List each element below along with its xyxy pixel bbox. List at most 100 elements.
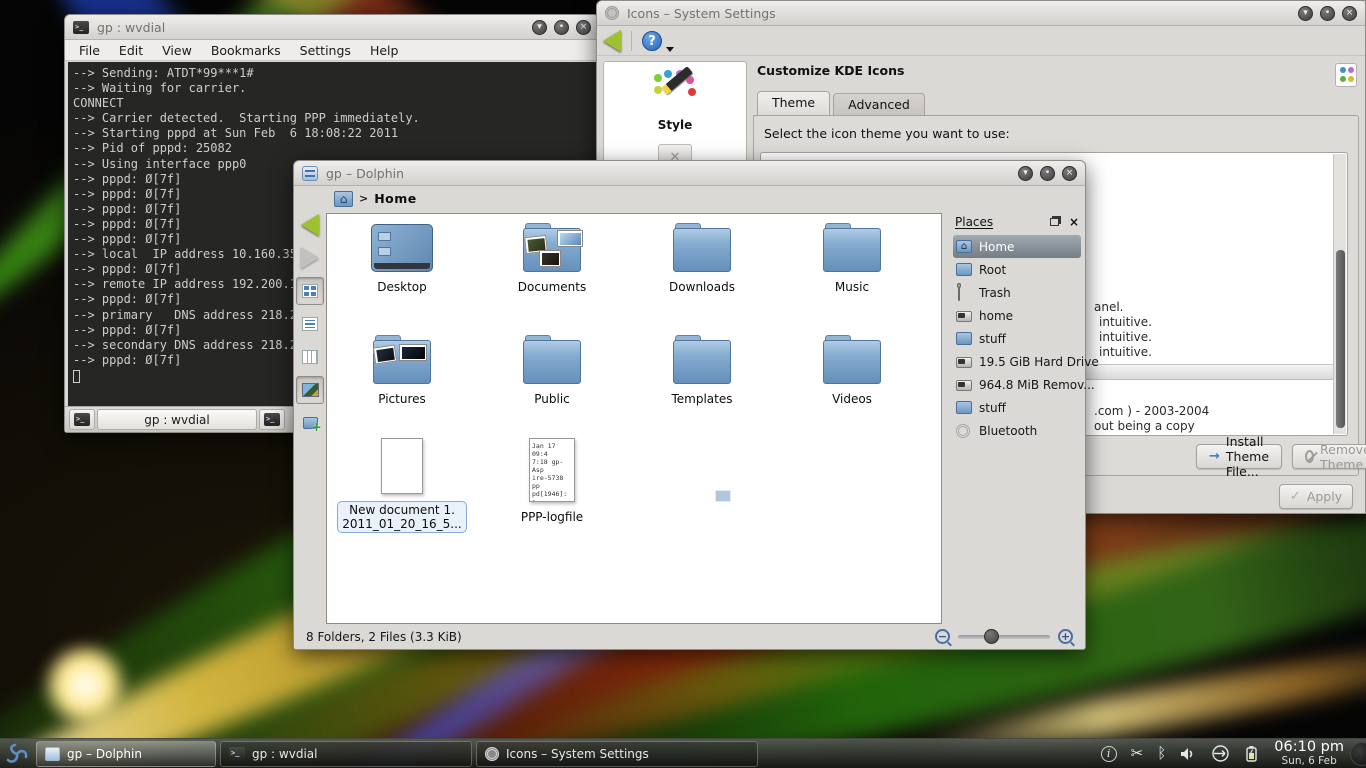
theme-list-fragment: intuitive. — [1099, 315, 1152, 329]
gear-icon — [485, 747, 499, 761]
place-bluetooth[interactable]: Bluetooth — [953, 419, 1081, 442]
dolphin-window: gp – Dolphin ▾ • × ⌂ > Home Deskt — [293, 160, 1086, 650]
menu-file[interactable]: File — [79, 43, 100, 58]
theme-list-fragment: intuitive. — [1099, 330, 1152, 344]
blank-page-icon — [381, 438, 423, 494]
zoom-slider[interactable] — [958, 635, 1050, 639]
menu-bookmarks[interactable]: Bookmarks — [211, 43, 281, 58]
close-panel-icon[interactable]: × — [1069, 215, 1079, 229]
place-home-volume[interactable]: home — [953, 304, 1081, 327]
menu-edit[interactable]: Edit — [119, 43, 143, 58]
minimize-button[interactable]: ▾ — [532, 20, 547, 35]
taskbar-item-system-settings[interactable]: Icons – System Settings — [476, 741, 758, 767]
remove-theme-button[interactable]: Remove Theme — [1292, 444, 1366, 469]
style-category-icon[interactable] — [652, 70, 698, 116]
panel-toolbox-icon[interactable] — [1350, 742, 1366, 766]
tab-theme[interactable]: Theme — [757, 91, 830, 116]
terminal-window-title: gp : wvdial — [97, 20, 524, 35]
menu-view[interactable]: View — [162, 43, 192, 58]
place-root[interactable]: Root — [953, 258, 1081, 281]
back-button[interactable] — [296, 211, 324, 239]
zoom-in-icon[interactable]: + — [1058, 629, 1073, 644]
folder-item-documents[interactable]: Documents — [482, 222, 622, 294]
maximize-button[interactable]: • — [1040, 166, 1055, 181]
folder-item-desktop[interactable]: Desktop — [332, 222, 472, 294]
file-item-new-document[interactable]: New document 1. 2011_01_20_16_5... — [332, 436, 472, 533]
tab-advanced[interactable]: Advanced — [833, 93, 925, 116]
file-view[interactable]: Desktop Documents Downloads Music — [326, 213, 942, 624]
volume-icon[interactable] — [1180, 746, 1197, 762]
place-hard-drive[interactable]: 19.5 GiB Hard Drive — [953, 350, 1081, 373]
places-panel: Places × ⌂ Home Root Trash home — [947, 211, 1085, 624]
overview-grid-icon[interactable] — [1335, 63, 1357, 87]
tab-list-button[interactable]: >_ — [259, 409, 285, 430]
place-stuff[interactable]: stuff — [953, 327, 1081, 350]
folder-item-music[interactable]: Music — [782, 222, 922, 294]
details-view-button[interactable] — [296, 310, 324, 338]
dolphin-statusbar: 8 Folders, 2 Files (3.3 KiB) − + — [294, 624, 1085, 649]
import-icon: → — [1209, 449, 1220, 464]
close-button[interactable]: × — [576, 20, 591, 35]
menu-settings[interactable]: Settings — [300, 43, 351, 58]
selected-file-label: New document 1. 2011_01_20_16_5... — [337, 501, 466, 533]
app-launcher-button[interactable] — [0, 739, 34, 768]
icons-view-button[interactable] — [296, 277, 324, 305]
notifications-icon[interactable]: i — [1101, 746, 1117, 762]
taskbar-item-dolphin[interactable]: gp – Dolphin — [36, 741, 216, 767]
minimize-button[interactable]: ▾ — [1298, 6, 1313, 21]
folder-item-templates[interactable]: Templates — [632, 334, 772, 406]
apply-button[interactable]: ✓ Apply — [1279, 484, 1353, 509]
forward-button[interactable] — [296, 244, 324, 272]
zoom-out-icon[interactable]: − — [935, 629, 950, 644]
breadcrumb-home[interactable]: Home — [374, 191, 417, 206]
drive-icon — [956, 380, 972, 391]
back-arrow-icon[interactable] — [603, 30, 621, 52]
file-item-ppp-logfile[interactable]: Jan 17 09:4 7:18 gp-Asp ire-5738 pp pd[1… — [482, 436, 622, 524]
close-button[interactable]: × — [1342, 6, 1357, 21]
terminal-tab[interactable]: gp : wvdial — [97, 409, 257, 430]
dolphin-titlebar[interactable]: gp – Dolphin ▾ • × — [294, 161, 1085, 186]
scrollbar-thumb[interactable] — [1336, 250, 1345, 428]
battery-icon[interactable] — [1244, 745, 1260, 763]
close-button[interactable]: × — [1062, 166, 1077, 181]
folder-icon — [956, 401, 972, 414]
place-stuff-2[interactable]: stuff — [953, 396, 1081, 419]
gear-icon — [956, 424, 970, 438]
dolphin-side-toolbar — [294, 211, 326, 624]
system-settings-titlebar[interactable]: Icons – System Settings ▾ • × — [597, 1, 1365, 26]
home-folder-icon[interactable]: ⌂ — [334, 191, 353, 207]
terminal-titlebar[interactable]: >_ gp : wvdial ▾ • × — [65, 15, 599, 40]
place-trash[interactable]: Trash — [953, 281, 1081, 304]
dolphin-icon — [45, 747, 60, 761]
folder-item-pictures[interactable]: Pictures — [332, 334, 472, 406]
columns-view-button[interactable] — [296, 343, 324, 371]
bluetooth-icon[interactable]: ᛒ — [1157, 746, 1166, 761]
dolphin-window-title: gp – Dolphin — [326, 166, 1010, 181]
new-tab-button[interactable]: >_ — [69, 409, 95, 430]
split-view-button[interactable] — [296, 409, 324, 437]
help-icon[interactable]: ? — [642, 31, 662, 51]
folder-item-videos[interactable]: Videos — [782, 334, 922, 406]
scrollbar[interactable] — [1333, 154, 1346, 434]
maximize-button[interactable]: • — [1320, 6, 1335, 21]
folder-item-downloads[interactable]: Downloads — [632, 222, 772, 294]
folder-icon — [956, 332, 972, 345]
usb-device-icon[interactable] — [1211, 745, 1230, 762]
install-theme-button[interactable]: → Install Theme File... — [1196, 444, 1282, 469]
chevron-down-icon[interactable] — [666, 47, 674, 52]
taskbar-item-wvdial[interactable]: >_ gp : wvdial — [220, 741, 472, 767]
clock[interactable]: 06:10 pm Sun, 6 Feb — [1268, 740, 1350, 767]
clock-date: Sun, 6 Feb — [1274, 756, 1344, 768]
place-removable[interactable]: 964.8 MiB Remov... — [953, 373, 1081, 396]
minimize-button[interactable]: ▾ — [1018, 166, 1033, 181]
float-panel-icon[interactable] — [1050, 218, 1059, 226]
preview-toggle-button[interactable] — [296, 376, 324, 404]
folder-item-public[interactable]: Public — [482, 334, 622, 406]
menu-help[interactable]: Help — [370, 43, 399, 58]
place-home[interactable]: ⌂ Home — [953, 235, 1081, 258]
klipper-scissors-icon[interactable]: ✂ — [1131, 746, 1144, 761]
zoom-slider-knob[interactable] — [984, 629, 999, 644]
maximize-button[interactable]: • — [554, 20, 569, 35]
text-preview-icon: Jan 17 09:4 7:18 gp-Asp ire-5738 pp pd[1… — [529, 438, 575, 502]
sidebar-item-style[interactable]: Style — [604, 118, 746, 132]
